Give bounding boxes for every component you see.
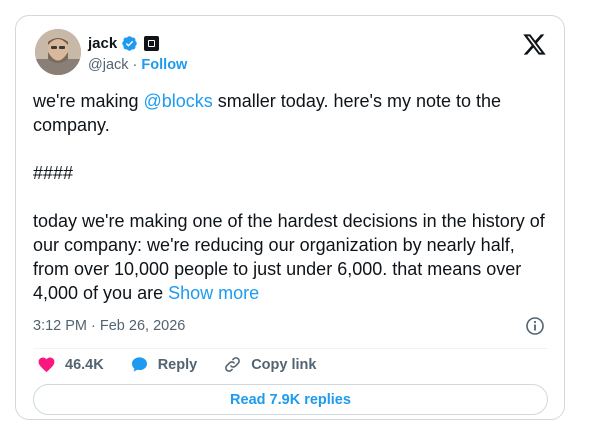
tweet-paragraph: today we're making one of the hardest de… (33, 209, 553, 305)
avatar[interactable] (35, 29, 81, 75)
divider (33, 348, 547, 349)
read-replies-button[interactable]: Read 7.9K replies (33, 384, 548, 415)
tweet-card: jack @jack · Follow we're making @blocks… (15, 15, 565, 420)
reply-label: Reply (157, 356, 198, 373)
handle-separator: · (132, 57, 138, 73)
reply-bubble-icon (131, 357, 147, 372)
verified-badge-icon[interactable] (121, 35, 138, 52)
copy-link-label: Copy link (251, 356, 317, 373)
tweet-paragraph: #### (33, 163, 74, 183)
author-handle-line: @jack · Follow (88, 57, 187, 73)
heart-icon (38, 357, 55, 373)
tweet-text-segment: today we're making one of the hardest de… (33, 211, 545, 303)
avatar-image (35, 29, 81, 75)
like-count: 46.4K (65, 356, 104, 373)
tweet-text: we're making @blocks smaller today. here… (33, 89, 553, 305)
tweet-text-segment: we're making (33, 91, 144, 111)
block-square-icon[interactable] (144, 36, 160, 51)
copy-link-button[interactable]: Copy link (223, 355, 316, 374)
tweet-paragraph: we're making @blocks smaller today. here… (33, 89, 553, 137)
author-name-line: jack (88, 35, 160, 52)
x-logo-icon[interactable] (522, 32, 547, 57)
link-icon (225, 357, 241, 372)
author-name[interactable]: jack (88, 35, 117, 52)
like-button[interactable]: 46.4K (37, 355, 104, 374)
tweet-timestamp[interactable]: 3:12 PM · Feb 26, 2026 (33, 318, 185, 334)
mention-link[interactable]: @blocks (143, 91, 212, 111)
reply-button[interactable]: Reply (130, 355, 198, 374)
show-more-link[interactable]: Show more (168, 283, 259, 303)
author-handle[interactable]: @jack (88, 57, 129, 73)
info-icon[interactable] (525, 316, 545, 336)
follow-button[interactable]: Follow (141, 57, 187, 73)
action-bar: 46.4K Reply Copy link (37, 355, 342, 374)
